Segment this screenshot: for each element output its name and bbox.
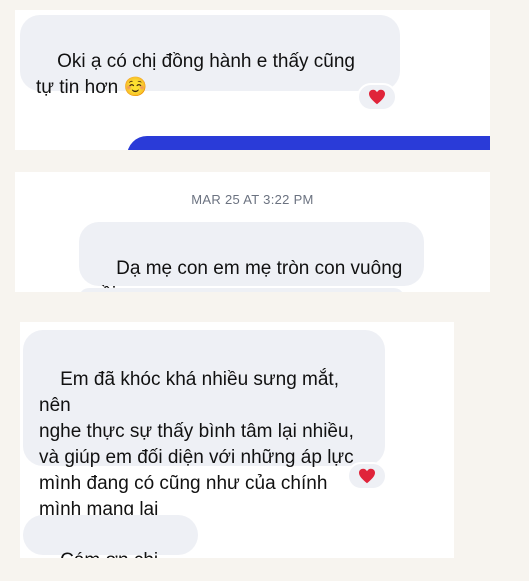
message-text: Cám ơn chị Linh bbox=[39, 550, 163, 558]
sent-message-bubble[interactable] bbox=[127, 136, 490, 150]
chat-panel-3: Em đã khóc khá nhiều sưng mắt, nên nghe … bbox=[20, 322, 454, 558]
heart-icon bbox=[368, 89, 386, 105]
chat-panel-1: Oki ạ có chị đồng hành e thấy cũng tự ti… bbox=[15, 10, 490, 150]
message-bubble-partial[interactable] bbox=[79, 288, 404, 292]
message-bubble-received[interactable]: Em đã khóc khá nhiều sưng mắt, nên nghe … bbox=[23, 330, 385, 520]
chat-panel-2: MAR 25 AT 3:22 PM Dạ mẹ con em mẹ tròn c… bbox=[15, 172, 490, 292]
message-text: Dạ mẹ con em mẹ tròn con vuông rồi nha c… bbox=[95, 258, 403, 292]
message-timestamp: MAR 25 AT 3:22 PM bbox=[191, 192, 314, 207]
message-bubble-received[interactable]: Dạ mẹ con em mẹ tròn con vuông rồi nha c… bbox=[79, 222, 424, 292]
message-reaction[interactable] bbox=[347, 462, 387, 490]
message-text: Oki ạ có chị đồng hành e thấy cũng tự ti… bbox=[36, 51, 355, 98]
message-reaction[interactable] bbox=[357, 83, 397, 111]
message-text: Em đã khóc khá nhiều sưng mắt, nên nghe … bbox=[39, 369, 354, 520]
message-bubble-received[interactable]: Cám ơn chị Linh bbox=[23, 515, 198, 558]
message-bubble-received[interactable]: Oki ạ có chị đồng hành e thấy cũng tự ti… bbox=[20, 15, 400, 98]
heart-icon bbox=[358, 468, 376, 484]
